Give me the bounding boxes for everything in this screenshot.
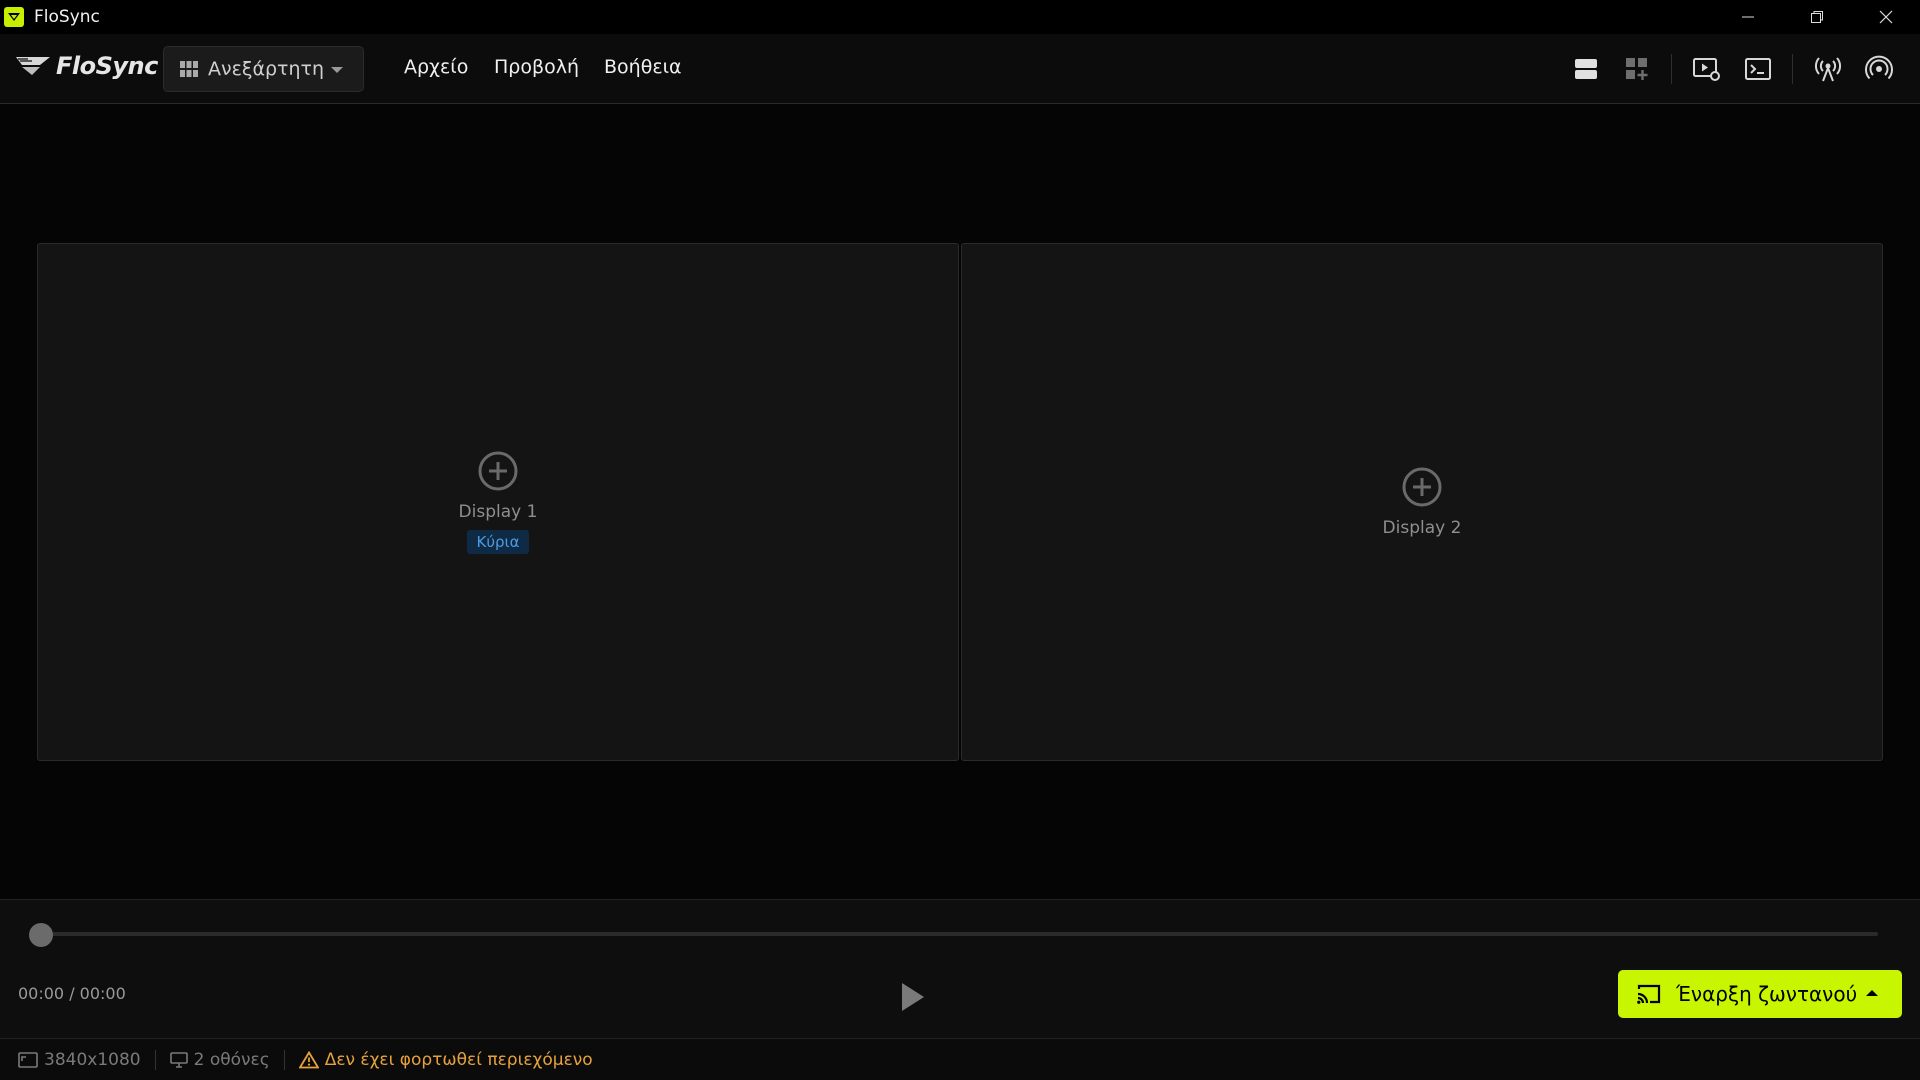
- app-logo: FloSync: [14, 52, 158, 80]
- resolution-icon: [18, 1051, 38, 1068]
- menu-bar: FloSync Ανεξάρτητη Αρχείο Προβολή Βοήθει…: [0, 34, 1920, 104]
- logo-icon: [16, 57, 50, 75]
- menu-view[interactable]: Προβολή: [494, 56, 579, 78]
- media-settings-button[interactable]: [1692, 54, 1722, 84]
- warning-text: Δεν έχει φορτωθεί περιεχόμενο: [324, 1049, 593, 1070]
- start-live-button[interactable]: Έναρξη ζωντανού: [1618, 970, 1902, 1018]
- progress-thumb[interactable]: [29, 923, 53, 947]
- app-icon: [4, 7, 24, 27]
- broadcast-button[interactable]: [1813, 54, 1843, 84]
- display-panel-2[interactable]: Display 2: [961, 243, 1883, 761]
- progress-track[interactable]: [42, 932, 1878, 936]
- close-button[interactable]: [1851, 0, 1920, 34]
- minimize-button[interactable]: [1713, 0, 1782, 34]
- add-widget-icon: [1626, 58, 1648, 80]
- menu-file[interactable]: Αρχείο: [404, 56, 468, 78]
- play-icon: [902, 983, 924, 1011]
- monitor-icon: [169, 1051, 188, 1068]
- title-bar: FloSync: [0, 0, 1920, 34]
- display-label: Display 1: [458, 502, 538, 522]
- grid-icon: [180, 61, 198, 77]
- play-button[interactable]: [898, 980, 928, 1014]
- chevron-up-icon[interactable]: [1866, 990, 1878, 996]
- menu-help[interactable]: Βοήθεια: [604, 56, 682, 78]
- playback-bar: 00:00 / 00:00 Έναρξη ζωντανού: [0, 899, 1920, 1038]
- close-icon: [1879, 10, 1892, 24]
- mode-dropdown[interactable]: Ανεξάρτητη: [163, 46, 364, 92]
- add-widget-button[interactable]: [1622, 54, 1652, 84]
- signal-button[interactable]: [1864, 54, 1894, 84]
- mode-label: Ανεξάρτητη: [208, 58, 325, 80]
- status-divider: [154, 1049, 156, 1070]
- add-content-icon[interactable]: [477, 450, 519, 492]
- logo-text: FloSync: [56, 52, 158, 80]
- chevron-down-icon: [331, 67, 343, 73]
- resolution-status: 3840x1080: [18, 1050, 141, 1070]
- restore-icon: [1810, 11, 1823, 23]
- warning-icon: [298, 1050, 319, 1068]
- layout-rows-icon: [1575, 59, 1597, 79]
- status-divider: [283, 1049, 285, 1070]
- broadcast-tower-icon: [1815, 57, 1841, 82]
- terminal-button[interactable]: [1743, 54, 1773, 84]
- warning-status: Δεν έχει φορτωθεί περιεχόμενο: [298, 1049, 593, 1070]
- minimize-icon: [1741, 16, 1754, 18]
- primary-badge: Κύρια: [467, 530, 529, 554]
- screens-text: 2 οθόνες: [193, 1049, 270, 1070]
- start-live-label: Έναρξη ζωντανού: [1676, 982, 1858, 1006]
- terminal-icon: [1745, 58, 1771, 80]
- toolbar-divider: [1671, 54, 1672, 84]
- restore-button[interactable]: [1782, 0, 1851, 34]
- display-panel-1[interactable]: Display 1 Κύρια: [37, 243, 959, 761]
- cast-icon: [1637, 984, 1661, 1004]
- media-settings-icon: [1693, 58, 1720, 81]
- toolbar-divider: [1792, 54, 1793, 84]
- resolution-text: 3840x1080: [44, 1049, 141, 1070]
- display-label: Display 2: [1382, 518, 1462, 538]
- signal-icon: [1865, 55, 1893, 80]
- add-content-icon[interactable]: [1401, 466, 1443, 508]
- layout-rows-button[interactable]: [1571, 54, 1601, 84]
- screens-status: 2 οθόνες: [169, 1049, 270, 1070]
- window-title: FloSync: [34, 7, 100, 27]
- status-bar: 3840x1080 2 οθόνες Δεν έχει φορτωθεί περ…: [0, 1038, 1920, 1080]
- time-display: 00:00 / 00:00: [18, 984, 126, 1003]
